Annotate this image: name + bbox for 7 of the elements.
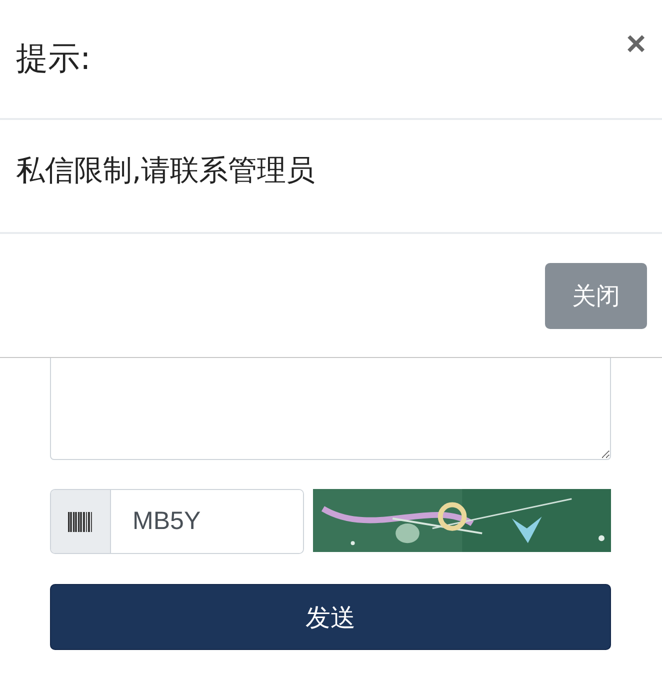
dialog-message: 私信限制,请联系管理员: [16, 152, 316, 189]
dialog-title: 提示:: [16, 38, 91, 79]
message-field[interactable]: [50, 358, 611, 460]
close-button[interactable]: ×: [626, 24, 646, 64]
captcha-field[interactable]: MB5Y: [50, 489, 304, 554]
send-button[interactable]: 发送: [50, 584, 611, 650]
barcode-icon: [67, 512, 94, 532]
